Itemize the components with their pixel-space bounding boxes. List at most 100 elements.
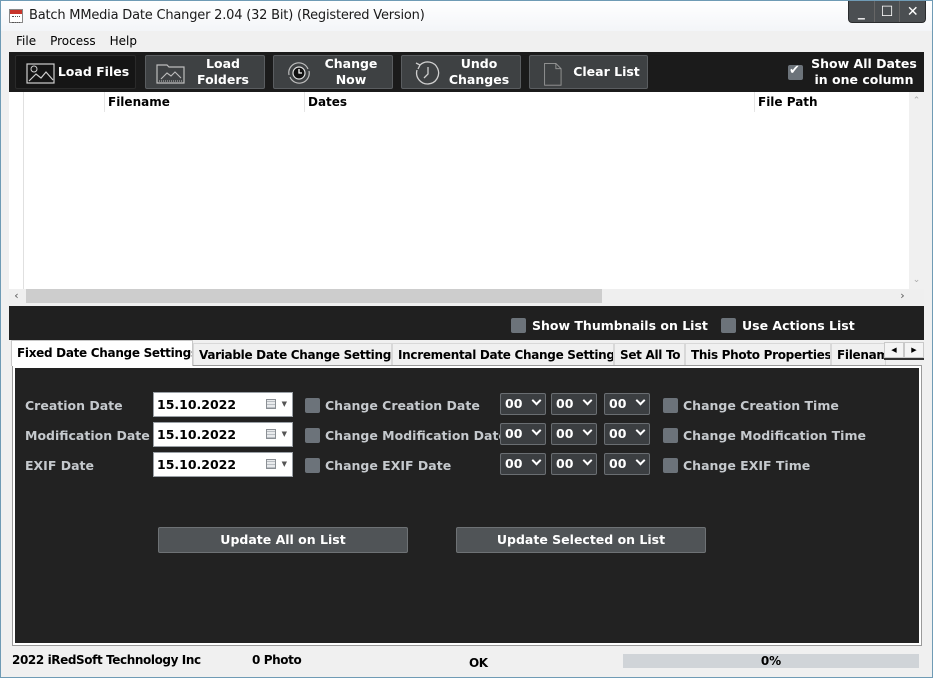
show-thumbnails-checkbox[interactable] [511, 318, 526, 333]
horizontal-scrollbar[interactable]: ‹ › [9, 289, 924, 304]
clear-list-button[interactable]: Clear List [529, 55, 648, 89]
modification-hour-select[interactable]: 00 [500, 423, 546, 445]
use-actions-list-checkbox[interactable] [721, 318, 736, 333]
exif-second-value: 00 [609, 456, 627, 471]
scroll-down-icon[interactable]: ⌄ [909, 275, 924, 285]
modification-second-value: 00 [609, 426, 627, 441]
progress-text: 0% [760, 654, 782, 668]
modification-hour-value: 00 [505, 426, 523, 441]
clock-undo-icon [415, 61, 440, 85]
change-now-label: Change Now [324, 56, 378, 87]
load-folders-button[interactable]: Load Folders [145, 55, 265, 89]
change-creation-time-checkbox[interactable] [663, 398, 678, 413]
scroll-right-icon[interactable]: › [895, 289, 910, 304]
fixed-date-settings-panel: Creation Date 15.10.2022 ▼ Change Creati… [12, 365, 922, 646]
tab-fixed-date-change-settings[interactable]: Fixed Date Change Settings [11, 340, 193, 366]
calendar-icon[interactable] [266, 399, 276, 409]
modification-second-select[interactable]: 00 [604, 423, 650, 445]
undo-changes-label: Undo Changes [448, 56, 510, 87]
show-all-dates-checkbox[interactable] [788, 63, 803, 80]
change-modification-time-checkbox[interactable] [663, 428, 678, 443]
tab-variable-date-change-settings[interactable]: Variable Date Change Settings [193, 343, 392, 365]
status-text: OK [469, 656, 488, 670]
menu-process[interactable]: Process [43, 31, 103, 52]
chevron-down-icon[interactable]: ▼ [282, 423, 287, 446]
column-filename[interactable]: Filename [104, 92, 304, 112]
scroll-up-icon[interactable]: ⌃ [909, 96, 924, 106]
menu-help[interactable]: Help [103, 31, 144, 52]
chevron-down-icon[interactable]: ▼ [282, 393, 287, 416]
show-all-dates-option[interactable]: Show All Dates in one column [788, 56, 922, 88]
window-title: Batch MMedia Date Changer 2.04 (32 Bit) … [29, 8, 425, 23]
load-files-label: Load Files [57, 64, 130, 79]
chevron-down-icon [531, 395, 542, 406]
exif-date-label: EXIF Date [25, 458, 94, 473]
horizontal-scroll-thumb[interactable] [26, 289, 602, 303]
update-selected-button[interactable]: Update Selected on List [456, 527, 706, 553]
vertical-scrollbar[interactable]: ⌃ ⌄ [909, 92, 924, 289]
chevron-down-icon [582, 455, 593, 466]
maximize-button[interactable]: ☐ [873, 1, 900, 22]
tab-this-photo-properties[interactable]: This Photo Properties [685, 343, 831, 365]
creation-second-select[interactable]: 00 [604, 393, 650, 415]
change-exif-time-checkbox[interactable] [663, 458, 678, 473]
column-dates[interactable]: Dates [304, 92, 754, 112]
progress-bar: 0% [623, 654, 919, 668]
change-modification-time-label: Change Modification Time [683, 428, 866, 443]
show-thumbnails-label: Show Thumbnails on List [532, 318, 708, 333]
app-window: Batch MMedia Date Changer 2.04 (32 Bit) … [0, 0, 933, 678]
creation-minute-select[interactable]: 00 [551, 393, 597, 415]
creation-hour-select[interactable]: 00 [500, 393, 546, 415]
change-modification-date-label: Change Modification Date [325, 428, 507, 443]
modification-minute-select[interactable]: 00 [551, 423, 597, 445]
menu-file[interactable]: File [9, 31, 43, 52]
file-list-grid[interactable]: Filename Dates File Path ⌃ ⌄ [9, 92, 924, 289]
toolbar: Load Files Load Folders Change Now Undo … [9, 52, 924, 92]
creation-date-picker[interactable]: 15.10.2022 ▼ [153, 392, 293, 417]
change-modification-date-checkbox[interactable] [305, 428, 320, 443]
exif-minute-select[interactable]: 00 [551, 453, 597, 475]
chevron-down-icon [582, 425, 593, 436]
exif-second-select[interactable]: 00 [604, 453, 650, 475]
calendar-icon[interactable] [266, 459, 276, 469]
update-all-button[interactable]: Update All on List [158, 527, 408, 553]
change-creation-time-label: Change Creation Time [683, 398, 839, 413]
chevron-down-icon [635, 455, 646, 466]
modification-date-picker[interactable]: 15.10.2022 ▼ [153, 422, 293, 447]
show-all-dates-label: Show All Dates in one column [811, 56, 917, 87]
image-gear-icon [26, 63, 55, 84]
calendar-app-icon [9, 9, 23, 23]
chevron-down-icon [531, 425, 542, 436]
photo-count: 0 Photo [252, 653, 302, 667]
change-now-button[interactable]: Change Now [273, 55, 393, 89]
exif-hour-select[interactable]: 00 [500, 453, 546, 475]
change-exif-time-label: Change EXIF Time [683, 458, 811, 473]
copyright-text: 2022 iRedSoft Technology Inc [12, 653, 201, 667]
modification-date-value: 15.10.2022 [157, 427, 237, 442]
close-button[interactable]: ✕ [899, 1, 925, 22]
tab-scroll-right-icon[interactable]: ▶ [904, 342, 924, 358]
settings-tabs: Fixed Date Change Settings Variable Date… [9, 340, 924, 366]
change-creation-date-label: Change Creation Date [325, 398, 480, 413]
clock-refresh-icon [288, 62, 310, 84]
change-creation-date-checkbox[interactable] [305, 398, 320, 413]
chevron-down-icon[interactable]: ▼ [282, 453, 287, 476]
chevron-down-icon [635, 395, 646, 406]
calendar-icon[interactable] [266, 429, 276, 439]
tab-filename[interactable]: Filenam [831, 343, 886, 365]
scroll-left-icon[interactable]: ‹ [9, 289, 24, 304]
tab-set-all-to[interactable]: Set All To [614, 343, 685, 365]
exif-date-picker[interactable]: 15.10.2022 ▼ [153, 452, 293, 477]
undo-changes-button[interactable]: Undo Changes [401, 55, 521, 89]
tab-incremental-date-change-settings[interactable]: Incremental Date Change Settings [392, 343, 614, 365]
exif-date-value: 15.10.2022 [157, 457, 237, 472]
tab-scroll-left-icon[interactable]: ◀ [884, 342, 904, 358]
modification-date-label: Modification Date [25, 428, 150, 443]
column-file-path[interactable]: File Path [754, 92, 909, 112]
exif-hour-value: 00 [505, 456, 523, 471]
change-exif-date-checkbox[interactable] [305, 458, 320, 473]
creation-date-value: 15.10.2022 [157, 397, 237, 412]
creation-minute-value: 00 [556, 396, 574, 411]
load-files-button[interactable]: Load Files [15, 55, 136, 89]
minimize-button[interactable]: _ [849, 1, 874, 22]
